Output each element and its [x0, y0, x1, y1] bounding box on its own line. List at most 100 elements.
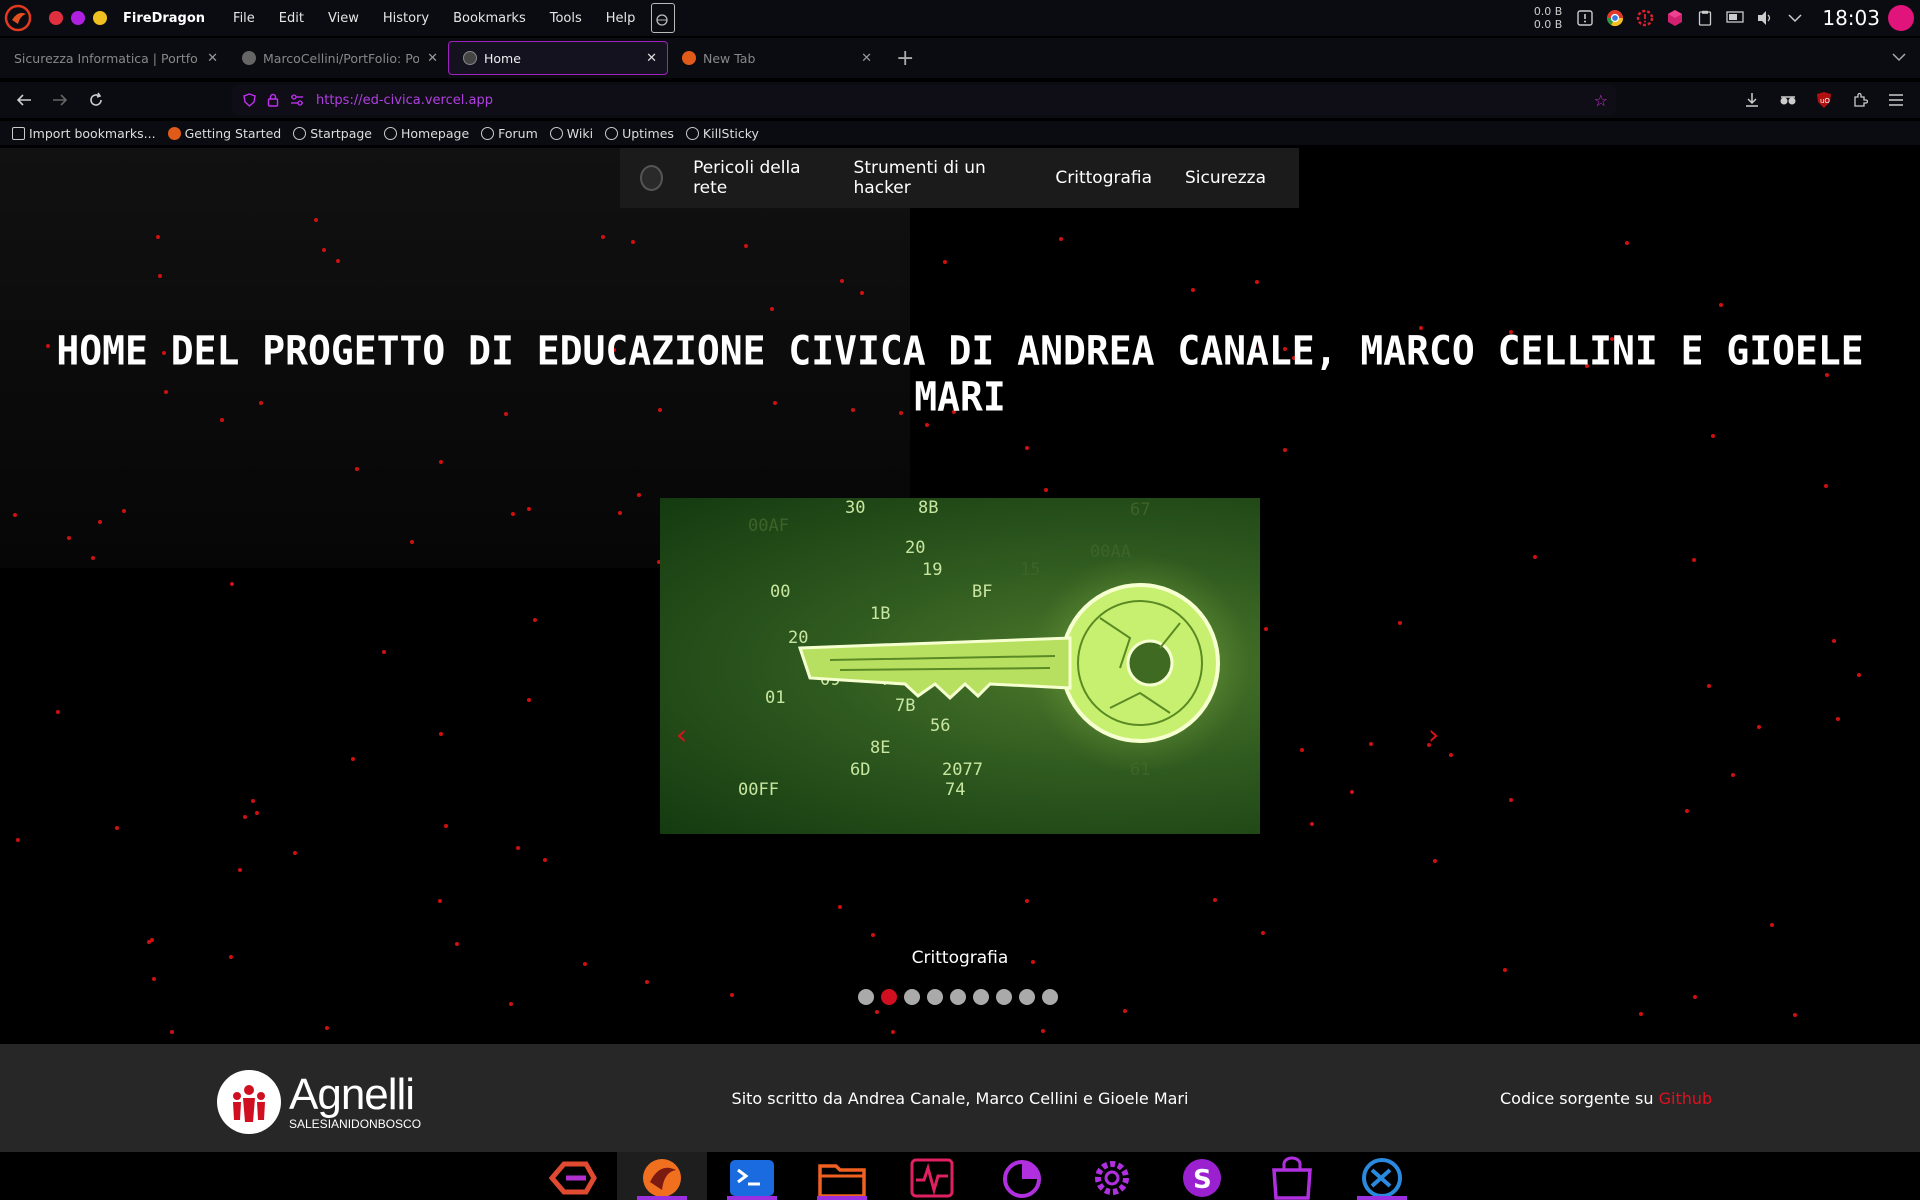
- bookmark-killsticky[interactable]: KillSticky: [685, 125, 759, 141]
- volume-icon[interactable]: [1756, 9, 1774, 27]
- nav-link-pericoli[interactable]: Pericoli della rete: [693, 158, 820, 198]
- back-arrow-icon[interactable]: [6, 82, 42, 118]
- red-star-dot: [860, 291, 864, 295]
- chevron-down-icon[interactable]: [1786, 9, 1804, 27]
- carousel-indicator[interactable]: [904, 989, 920, 1005]
- tab-portfolio[interactable]: Sicurezza Informatica | Portfolio ✕: [0, 41, 228, 75]
- red-star-dot: [1836, 717, 1840, 721]
- menu-tools[interactable]: Tools: [538, 11, 594, 26]
- dock-garuda-launcher[interactable]: [527, 1152, 617, 1200]
- bookmark-uptimes[interactable]: Uptimes: [605, 126, 674, 141]
- carousel-indicator[interactable]: [881, 989, 897, 1005]
- nav-link-strumenti[interactable]: Strumenti di un hacker: [854, 158, 1023, 198]
- lock-icon[interactable]: [266, 93, 280, 107]
- dock-s-app[interactable]: S: [1157, 1152, 1247, 1200]
- active-indicator: [817, 1196, 867, 1200]
- ublock-icon[interactable]: uO: [1806, 82, 1842, 118]
- url-bar[interactable]: https://ed-civica.vercel.app ☆: [232, 85, 1616, 115]
- bookmark-import[interactable]: Import bookmarks...: [12, 126, 156, 141]
- carousel-indicator[interactable]: [1042, 989, 1058, 1005]
- firedragon-logo-icon[interactable]: [3, 3, 33, 33]
- tab-github[interactable]: MarcoCellini/PortFolio: Port ✕: [228, 41, 448, 75]
- bookmark-wiki[interactable]: Wiki: [549, 126, 593, 141]
- downloads-icon[interactable]: [1734, 82, 1770, 118]
- bookmark-star-icon[interactable]: ☆: [1594, 91, 1608, 110]
- dock-firedragon[interactable]: [617, 1152, 707, 1200]
- close-tab-icon[interactable]: ✕: [861, 51, 872, 66]
- bookmark-forum[interactable]: Forum: [481, 126, 538, 141]
- dock-terminal[interactable]: [707, 1152, 797, 1200]
- user-avatar[interactable]: [1888, 5, 1914, 31]
- dock-disk-usage[interactable]: [977, 1152, 1067, 1200]
- close-tab-icon[interactable]: ✕: [646, 51, 657, 66]
- clipboard-icon[interactable]: [1696, 9, 1714, 27]
- list-all-tabs-chevron-icon[interactable]: [1892, 50, 1906, 66]
- bookmark-startpage[interactable]: Startpage: [293, 126, 372, 141]
- permissions-icon[interactable]: [290, 93, 304, 107]
- carousel-indicator[interactable]: [950, 989, 966, 1005]
- nav-link-crittografia[interactable]: Crittografia: [1055, 168, 1152, 188]
- dock-files[interactable]: [797, 1152, 887, 1200]
- red-star-dot: [744, 244, 748, 248]
- close-tab-icon[interactable]: ✕: [427, 51, 438, 66]
- url-text[interactable]: https://ed-civica.vercel.app: [316, 93, 493, 108]
- chrome-icon[interactable]: [1606, 9, 1624, 27]
- reload-icon[interactable]: [78, 82, 114, 118]
- system-top-bar: FireDragon File Edit View History Bookma…: [0, 0, 1920, 36]
- hamburger-menu-icon[interactable]: [1878, 82, 1914, 118]
- maximize-window-button[interactable]: [71, 11, 85, 25]
- red-star-dot: [1731, 773, 1735, 777]
- shield-icon[interactable]: [242, 93, 256, 107]
- carousel-next-button[interactable]: ›: [1428, 718, 1439, 751]
- carousel-prev-button[interactable]: ‹: [676, 718, 687, 751]
- menu-file[interactable]: File: [221, 11, 267, 26]
- red-star-dot: [527, 698, 531, 702]
- carousel-indicator[interactable]: [1019, 989, 1035, 1005]
- site-logo-icon[interactable]: [640, 165, 664, 191]
- red-star-dot: [13, 513, 17, 517]
- pie-chart-icon: [1003, 1160, 1041, 1198]
- red-star-dot: [230, 582, 234, 586]
- privacy-glasses-icon[interactable]: [1770, 82, 1806, 118]
- carousel-indicator[interactable]: [973, 989, 989, 1005]
- globe-icon: [384, 126, 397, 140]
- menu-view[interactable]: View: [316, 11, 371, 26]
- menu-help[interactable]: Help: [594, 11, 648, 26]
- bookmark-label: KillSticky: [702, 125, 759, 141]
- minimize-window-button[interactable]: [93, 11, 107, 25]
- forward-arrow-icon[interactable]: [42, 82, 78, 118]
- red-star-dot: [251, 799, 255, 803]
- notification-icon[interactable]: [1576, 9, 1594, 27]
- red-star-dot: [1793, 1013, 1797, 1017]
- network-icon[interactable]: [1726, 9, 1745, 27]
- extensions-puzzle-icon[interactable]: [1842, 82, 1878, 118]
- tab-new-tab[interactable]: New Tab ✕: [668, 41, 882, 75]
- new-tab-plus-icon[interactable]: +: [896, 46, 914, 71]
- tab-home[interactable]: Home ✕: [448, 41, 668, 75]
- red-star-dot: [1719, 303, 1723, 307]
- document-globe-icon[interactable]: [651, 3, 676, 33]
- nav-link-sicurezza[interactable]: Sicurezza: [1185, 168, 1266, 188]
- dock-settings[interactable]: [1067, 1152, 1157, 1200]
- red-star-dot: [1041, 1029, 1045, 1033]
- close-window-button[interactable]: [49, 11, 63, 25]
- dock-software-store[interactable]: [1247, 1152, 1337, 1200]
- carousel-indicator[interactable]: [927, 989, 943, 1005]
- dock-vscode[interactable]: [1337, 1152, 1427, 1200]
- folder-icon: [818, 1164, 866, 1198]
- menu-history[interactable]: History: [371, 11, 441, 26]
- carousel-indicator[interactable]: [858, 989, 874, 1005]
- bookmark-homepage[interactable]: Homepage: [384, 126, 469, 141]
- bookmark-getting-started[interactable]: Getting Started: [167, 126, 281, 141]
- menu-bookmarks[interactable]: Bookmarks: [441, 11, 538, 26]
- package-icon[interactable]: [1666, 9, 1684, 27]
- clock[interactable]: 18:03: [1822, 6, 1880, 30]
- github-link[interactable]: Github: [1659, 1089, 1713, 1108]
- dock-system-monitor[interactable]: [887, 1152, 977, 1200]
- close-tab-icon[interactable]: ✕: [207, 51, 218, 66]
- carousel-slide-image[interactable]: 308B00AF2019001BBF2009F1017B568E6D207700…: [660, 498, 1260, 834]
- red-star-dot: [631, 240, 635, 244]
- carousel-indicator[interactable]: [996, 989, 1012, 1005]
- gear-alert-icon[interactable]: [1636, 9, 1654, 27]
- menu-edit[interactable]: Edit: [267, 11, 316, 26]
